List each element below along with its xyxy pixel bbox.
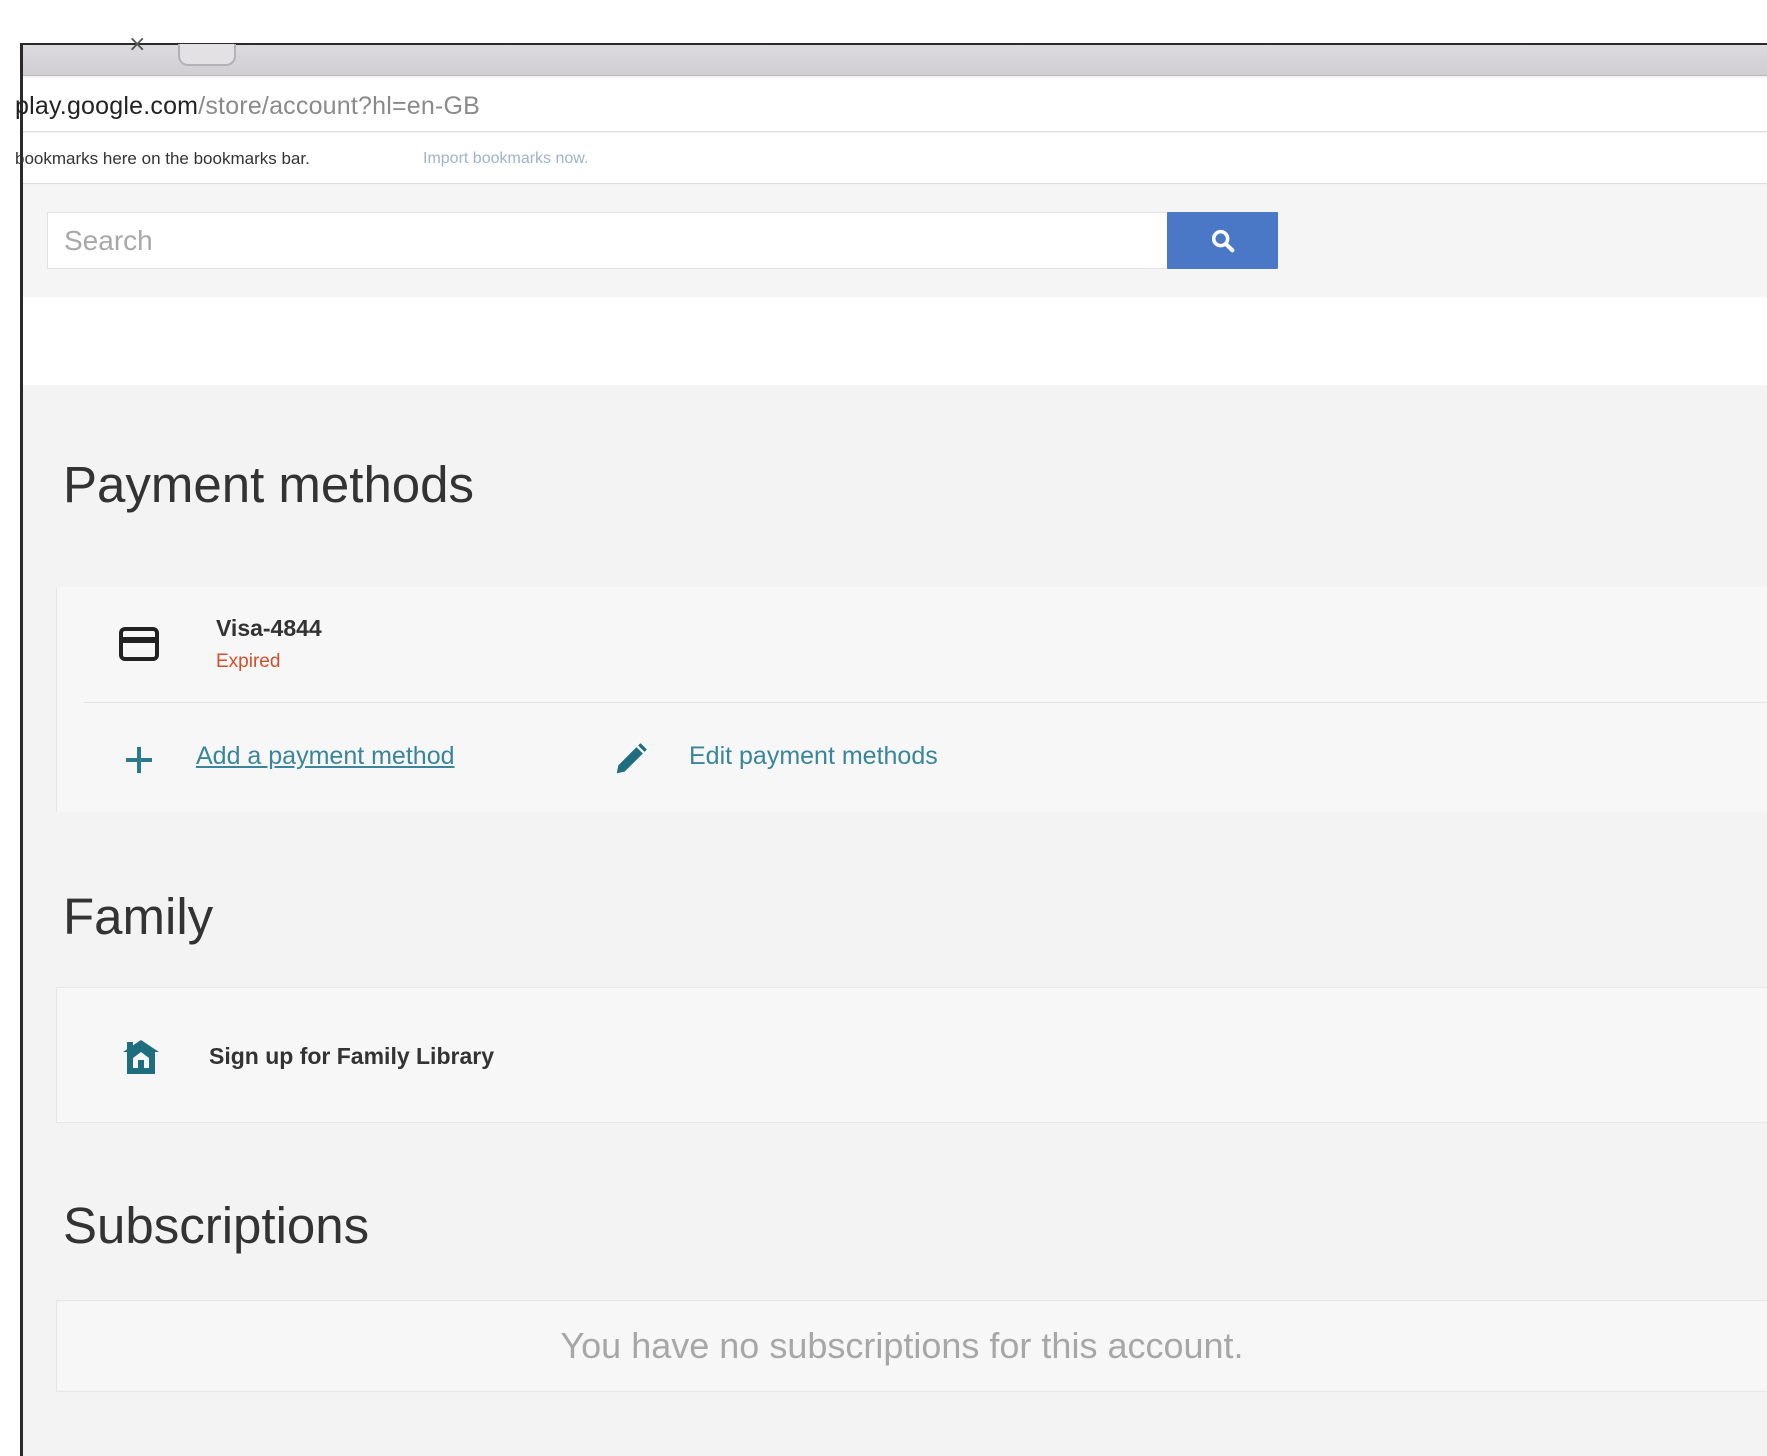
tab-close-button[interactable]: × — [128, 32, 146, 57]
family-library-signup[interactable]: Sign up for Family Library — [209, 1043, 494, 1070]
search-button[interactable] — [1167, 212, 1278, 269]
family-home-icon — [123, 1040, 159, 1074]
family-title: Family — [63, 888, 214, 945]
add-payment-method-link[interactable]: Add a payment method — [196, 742, 455, 771]
new-tab-button[interactable] — [178, 44, 236, 66]
import-bookmarks-link[interactable]: Import bookmarks now. — [423, 150, 588, 168]
divider — [84, 702, 1767, 703]
search-input[interactable] — [47, 212, 1167, 269]
bookmarks-bar: bookmarks here on the bookmarks bar. Imp… — [15, 133, 1767, 184]
search-bar-area — [23, 185, 1767, 297]
url-path: /store/account?hl=en-GB — [198, 92, 481, 120]
payment-method-status: Expired — [216, 651, 281, 672]
tab-strip — [23, 45, 1767, 76]
url-host: play.google.com — [15, 92, 199, 120]
header-spacer — [23, 297, 1767, 385]
address-bar[interactable]: play.google.com/store/account?hl=en-GB — [15, 78, 1767, 132]
credit-card-icon — [119, 627, 159, 661]
subscriptions-card: You have no subscriptions for this accou… — [56, 1300, 1767, 1392]
family-card[interactable]: Sign up for Family Library — [56, 987, 1767, 1123]
subscriptions-title: Subscriptions — [63, 1197, 370, 1254]
payment-methods-title: Payment methods — [63, 456, 475, 513]
edit-payment-methods-link[interactable]: Edit payment methods — [689, 742, 938, 771]
search-icon — [1211, 229, 1234, 252]
url-text[interactable]: play.google.com/store/account?hl=en-GB — [15, 92, 480, 121]
payment-method-name: Visa-4844 — [216, 615, 322, 641]
bookmarks-bar-message: bookmarks here on the bookmarks bar. — [15, 149, 310, 168]
payment-methods-card: Visa-4844 Expired Add a payment method E… — [56, 587, 1767, 812]
subscriptions-empty-message: You have no subscriptions for this accou… — [560, 1325, 1244, 1366]
plus-icon[interactable] — [124, 745, 154, 775]
pencil-icon[interactable] — [612, 740, 650, 778]
